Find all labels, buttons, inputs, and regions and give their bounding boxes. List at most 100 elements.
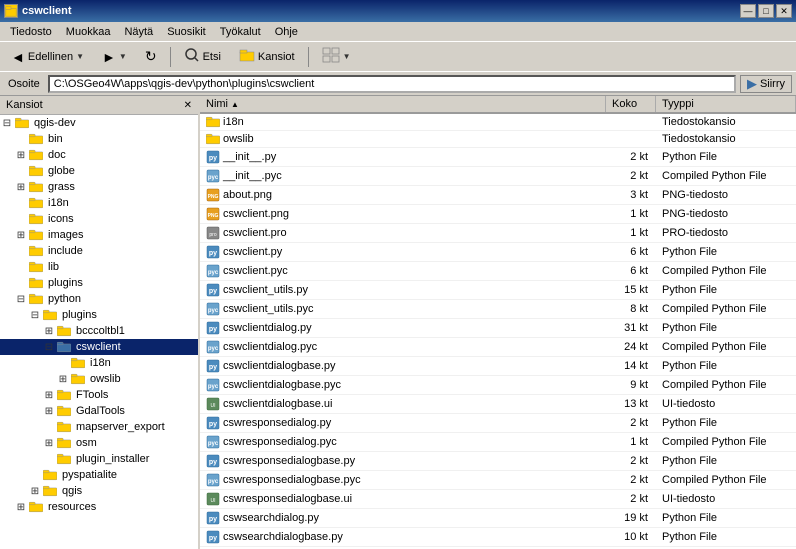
file-name-cell: py __init__.py <box>200 148 606 166</box>
expander-doc[interactable] <box>14 148 28 162</box>
file-size-cell: 14 kt <box>606 357 656 375</box>
tree-item-i18n[interactable]: i18n <box>0 195 198 211</box>
maximize-button[interactable]: □ <box>758 4 774 18</box>
file-row[interactable]: pyc cswresponsedialog.pyc1 ktCompiled Py… <box>200 433 796 452</box>
tree-item-resources[interactable]: resources <box>0 499 198 515</box>
file-name-cell: pyc __init__.pyc <box>200 167 606 185</box>
folders-icon <box>239 48 255 65</box>
file-type-cell: PNG-tiedosto <box>656 186 796 204</box>
file-row[interactable]: py cswclientdialogbase.py14 ktPython Fil… <box>200 357 796 376</box>
tree-item-images[interactable]: images <box>0 227 198 243</box>
folders-button[interactable]: Kansiot <box>232 45 302 69</box>
tree-item-plugins2[interactable]: plugins <box>0 307 198 323</box>
file-row[interactable]: py cswclient.py6 ktPython File <box>200 243 796 262</box>
tree-item-bin[interactable]: bin <box>0 131 198 147</box>
file-row[interactable]: py cswresponsedialogbase.py2 ktPython Fi… <box>200 452 796 471</box>
file-row[interactable]: py cswclient_utils.py15 ktPython File <box>200 281 796 300</box>
file-row[interactable]: pyc cswclient_utils.pyc8 ktCompiled Pyth… <box>200 300 796 319</box>
file-row[interactable]: py cswsearchdialogbase.py10 ktPython Fil… <box>200 528 796 547</box>
file-row[interactable]: py cswsearchdialog.py19 ktPython File <box>200 509 796 528</box>
file-row[interactable]: PNG cswclient.png1 ktPNG-tiedosto <box>200 205 796 224</box>
expander-GdalTools[interactable] <box>42 404 56 418</box>
folder-icon-pyspatialite <box>42 469 58 482</box>
tree-item-qgis-dev[interactable]: qgis-dev <box>0 115 198 131</box>
tree-item-i18n2[interactable]: i18n <box>0 355 198 371</box>
tree-item-grass[interactable]: grass <box>0 179 198 195</box>
expander-resources[interactable] <box>14 500 28 514</box>
close-button[interactable]: ✕ <box>776 4 792 18</box>
expander-plugins2[interactable] <box>28 308 42 322</box>
file-name-cell: py cswsearchdialog.py <box>200 509 606 527</box>
file-row[interactable]: py __init__.py2 ktPython File <box>200 148 796 167</box>
minimize-button[interactable]: — <box>740 4 756 18</box>
refresh-button[interactable]: ↻ <box>138 45 164 69</box>
file-row[interactable]: py cswclientdialog.py31 ktPython File <box>200 319 796 338</box>
tree-item-python[interactable]: python <box>0 291 198 307</box>
menu-item-ohje[interactable]: Ohje <box>269 24 304 40</box>
expander-owslib2[interactable] <box>56 372 70 386</box>
tree-item-lib[interactable]: lib <box>0 259 198 275</box>
expander-qgis-dev[interactable] <box>0 116 14 130</box>
file-row[interactable]: i18nTiedostokansio <box>200 114 796 131</box>
view-button[interactable]: ▼ <box>315 45 358 69</box>
file-size-cell <box>606 131 656 147</box>
tree-item-qgis[interactable]: qgis <box>0 483 198 499</box>
tree-item-bcccoltbl1[interactable]: bcccoltbl1 <box>0 323 198 339</box>
file-row[interactable]: py cswresponsedialog.py2 ktPython File <box>200 414 796 433</box>
tree-item-GdalTools[interactable]: GdalTools <box>0 403 198 419</box>
go-button[interactable]: ▶ Siirry <box>740 75 792 93</box>
file-icon: UI <box>206 492 220 506</box>
menu-item-suosikit[interactable]: Suosikit <box>161 24 212 40</box>
file-row[interactable]: owslibTiedostokansio <box>200 131 796 148</box>
view-dropdown-icon[interactable]: ▼ <box>343 52 351 61</box>
expander-grass[interactable] <box>14 180 28 194</box>
tree-item-include[interactable]: include <box>0 243 198 259</box>
tree-item-osm[interactable]: osm <box>0 435 198 451</box>
menu-item-työkalut[interactable]: Työkalut <box>214 24 267 40</box>
col-header-type[interactable]: Tyyppi <box>656 96 796 112</box>
file-row[interactable]: UI cswclientdialogbase.ui13 ktUI-tiedost… <box>200 395 796 414</box>
file-row[interactable]: pro cswclient.pro1 ktPRO-tiedosto <box>200 224 796 243</box>
forward-dropdown-icon[interactable]: ▼ <box>119 52 127 61</box>
menu-item-tiedosto[interactable]: Tiedosto <box>4 24 58 40</box>
col-header-size[interactable]: Koko <box>606 96 656 112</box>
tree-item-pyspatialite[interactable]: pyspatialite <box>0 467 198 483</box>
tree-item-FTools[interactable]: FTools <box>0 387 198 403</box>
file-row[interactable]: pyc __init__.pyc2 ktCompiled Python File <box>200 167 796 186</box>
expander-python[interactable] <box>14 292 28 306</box>
menu-item-muokkaa[interactable]: Muokkaa <box>60 24 117 40</box>
tree-label-qgis-dev: qgis-dev <box>32 117 76 129</box>
file-row[interactable]: UI cswresponsedialogbase.ui2 ktUI-tiedos… <box>200 490 796 509</box>
tree-item-icons[interactable]: icons <box>0 211 198 227</box>
address-input[interactable] <box>48 75 736 93</box>
expander-bcccoltbl1[interactable] <box>42 324 56 338</box>
file-row[interactable]: pyc cswclientdialog.pyc24 ktCompiled Pyt… <box>200 338 796 357</box>
forward-button[interactable]: ► ▼ <box>95 45 134 69</box>
tree-item-owslib2[interactable]: owslib <box>0 371 198 387</box>
back-dropdown-icon[interactable]: ▼ <box>76 52 84 61</box>
expander-qgis[interactable] <box>28 484 42 498</box>
tree-item-globe[interactable]: globe <box>0 163 198 179</box>
tree-item-cswclient[interactable]: cswclient <box>0 339 198 355</box>
title-bar: cswclient — □ ✕ <box>0 0 796 22</box>
file-row[interactable]: pyc cswresponsedialogbase.pyc2 ktCompile… <box>200 471 796 490</box>
file-row[interactable]: PNG about.png3 ktPNG-tiedosto <box>200 186 796 205</box>
expander-osm[interactable] <box>42 436 56 450</box>
menu-item-näytä[interactable]: Näytä <box>118 24 159 40</box>
tree-item-mapserver_export[interactable]: mapserver_export <box>0 419 198 435</box>
expander-images[interactable] <box>14 228 28 242</box>
tree-item-plugin_installer[interactable]: plugin_installer <box>0 451 198 467</box>
tree-item-plugins[interactable]: plugins <box>0 275 198 291</box>
file-icon: PNG <box>206 207 220 221</box>
back-button[interactable]: ◄ Edellinen ▼ <box>4 45 91 69</box>
folders-close-button[interactable]: ✕ <box>184 100 192 111</box>
folder-icon-doc <box>28 149 44 162</box>
file-row[interactable]: pyc cswclientdialogbase.pyc9 ktCompiled … <box>200 376 796 395</box>
file-row[interactable]: pyc cswclient.pyc6 ktCompiled Python Fil… <box>200 262 796 281</box>
expander-FTools[interactable] <box>42 388 56 402</box>
expander-cswclient[interactable] <box>42 340 56 354</box>
file-size-cell: 2 kt <box>606 414 656 432</box>
col-header-name[interactable]: Nimi ▲ <box>200 96 606 112</box>
search-button[interactable]: Etsi <box>177 45 228 69</box>
tree-item-doc[interactable]: doc <box>0 147 198 163</box>
